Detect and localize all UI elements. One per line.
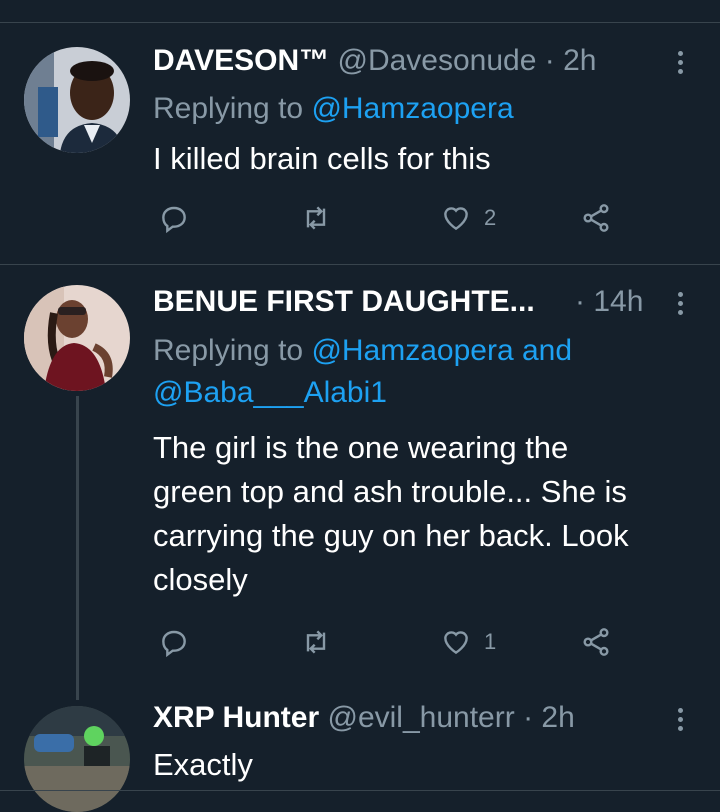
mention-and[interactable]: and: [522, 334, 572, 367]
tweet-text: The girl is the one wearing the green to…: [153, 430, 629, 597]
more-icon[interactable]: [668, 47, 692, 81]
share-icon: [583, 204, 609, 232]
tweet-text: I killed brain cells for this: [153, 141, 491, 176]
mention-link[interactable]: @Baba___Alabi1: [153, 376, 387, 409]
replying-to: Replying to @Hamzaopera: [153, 92, 514, 125]
bottom-divider: [0, 790, 720, 791]
retweet-icon: [306, 630, 326, 654]
more-icon[interactable]: [668, 288, 692, 322]
like-icon: [444, 631, 468, 655]
replying-to: Replying to @Hamzaopera and @Baba___Alab…: [153, 334, 573, 409]
author-name[interactable]: BENUE FIRST DAUGHTE...: [153, 285, 535, 319]
share-button[interactable]: [580, 626, 612, 658]
retweet-button[interactable]: [300, 202, 332, 234]
like-count: 1: [484, 629, 497, 654]
like-button[interactable]: 1: [440, 626, 496, 658]
reply-icon: [162, 630, 186, 658]
share-button[interactable]: [580, 202, 612, 234]
share-icon: [583, 628, 609, 656]
tweet-text: Exactly: [153, 747, 253, 782]
thread-line: [76, 396, 79, 700]
tweet-divider: [0, 264, 720, 265]
mention-link[interactable]: @Hamzaopera: [311, 334, 513, 367]
author-handle[interactable]: @evil_hunterr: [328, 701, 515, 734]
author-handle[interactable]: @Davesonude: [337, 44, 536, 77]
mention-link[interactable]: @Hamzaopera: [311, 92, 513, 125]
like-icon: [444, 207, 468, 231]
like-button[interactable]: 2: [440, 202, 496, 234]
like-count: 2: [484, 205, 497, 230]
top-divider: [0, 22, 720, 23]
more-icon[interactable]: [668, 704, 692, 738]
tweet-time: · 14h: [575, 285, 644, 318]
avatar-daveson[interactable]: [24, 47, 130, 153]
reply-button[interactable]: [158, 202, 190, 234]
avatar-benue[interactable]: [24, 285, 130, 391]
avatar-xrp-hunter[interactable]: [24, 706, 130, 812]
reply-button[interactable]: [158, 626, 190, 658]
author-name[interactable]: XRP Hunter @evil_hunterr · 2h: [153, 701, 575, 735]
author-name[interactable]: DAVESON™ @Davesonude · 2h: [153, 44, 596, 78]
retweet-icon: [306, 206, 326, 230]
retweet-button[interactable]: [300, 626, 332, 658]
tweet-time: · 2h: [544, 44, 597, 77]
tweet-time: · 2h: [523, 701, 575, 734]
reply-icon: [162, 206, 186, 234]
